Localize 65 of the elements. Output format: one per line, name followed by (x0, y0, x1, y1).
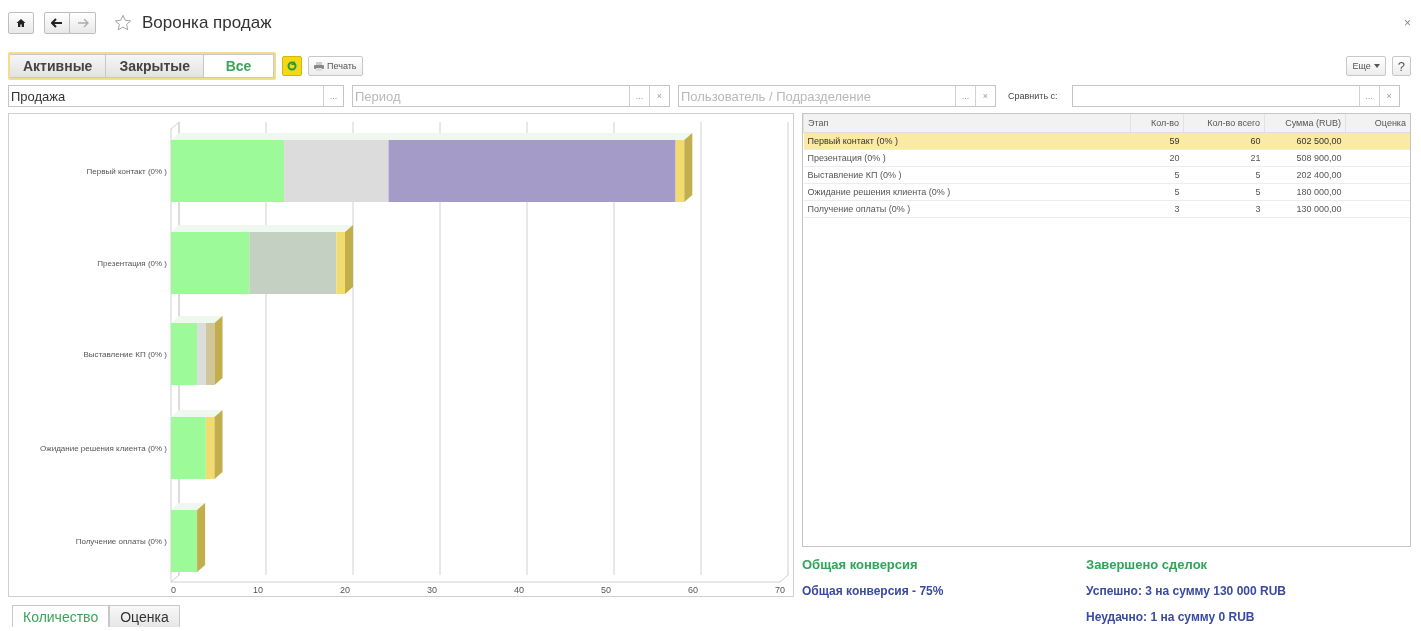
table-cell: 5 (1183, 183, 1265, 201)
refresh-button[interactable] (282, 56, 303, 76)
filter-tab[interactable]: Закрытые (106, 54, 205, 78)
back-arrow-icon (51, 18, 63, 28)
axis-tick-label: 20 (340, 585, 350, 595)
table-cell: 202 400,00 (1264, 166, 1346, 184)
summary-heading: Общая конверсия (802, 557, 919, 572)
axis-tick-label: 30 (427, 585, 437, 595)
printer-icon (314, 61, 325, 71)
axis-tick-label: 70 (775, 585, 785, 595)
category-label: Выставление КП (0% ) (83, 350, 167, 359)
summary-line: Неудачно: 1 на сумму 0 RUB (1086, 610, 1256, 624)
table-cell: Получение оплаты (0% ) (803, 200, 1131, 218)
bar-segment (205, 323, 215, 385)
caret-icon (1373, 64, 1380, 68)
axis-tick-label: 10 (253, 585, 263, 595)
axis-tick-label: 60 (688, 585, 698, 595)
table-cell: 21 (1183, 149, 1265, 167)
category-label: Ожидание решения клиента (0% ) (40, 444, 167, 453)
filter-tab[interactable]: Активные (10, 54, 107, 78)
table-cell: 3 (1183, 200, 1265, 218)
summary-line: Успешно: 3 на сумму 130 000 RUB (1086, 584, 1287, 598)
home-icon (16, 18, 26, 28)
axis-tick-label: 40 (514, 585, 524, 595)
category-label: Презентация (0% ) (97, 259, 167, 268)
close-button[interactable]: × (1404, 16, 1411, 30)
table-cell: 180 000,00 (1264, 183, 1346, 201)
compare-label: Сравнить с: (1008, 91, 1058, 101)
table-cell: 3 (1130, 200, 1184, 218)
table-cell: 130 000,00 (1264, 200, 1346, 218)
table-cell: Выставление КП (0% ) (803, 166, 1131, 184)
table-cell: Первый контакт (0% ) (803, 132, 1131, 150)
more-button[interactable]: Еще (1346, 56, 1386, 76)
table-cell: 20 (1130, 149, 1184, 167)
table-cell: 508 900,00 (1264, 149, 1346, 167)
column-header[interactable]: Кол-во (1130, 114, 1184, 133)
refresh-icon (286, 60, 299, 72)
summary-heading: Завершено сделок (1086, 557, 1209, 572)
table-cell: 5 (1183, 166, 1265, 184)
category-label: Первый контакт (0% ) (86, 167, 167, 176)
back-button[interactable] (44, 12, 70, 34)
table-cell: Ожидание решения клиента (0% ) (803, 183, 1131, 201)
column-header[interactable]: Кол-во всего (1183, 114, 1265, 133)
print-button[interactable]: Печать (308, 56, 363, 76)
help-button[interactable]: ? (1391, 56, 1411, 76)
table-cell: 602 500,00 (1264, 132, 1346, 150)
bar-segment (171, 510, 198, 572)
table-cell: 5 (1130, 183, 1184, 201)
summary-line: Общая конверсия - 75% (802, 584, 945, 598)
axis-tick-label: 0 (171, 585, 176, 595)
home-button[interactable] (8, 12, 34, 34)
star-icon[interactable] (114, 14, 132, 32)
category-label: Получение оплаты (0% ) (75, 537, 167, 546)
axis-tick-label: 50 (601, 585, 611, 595)
chart-tab[interactable]: Оценка (109, 605, 180, 627)
deal-type-field[interactable]: Продажа ... (8, 85, 344, 107)
table-cell: Презентация (0% ) (803, 149, 1131, 167)
table-cell: 59 (1130, 132, 1184, 150)
forward-arrow-icon (76, 18, 89, 28)
column-header[interactable]: Оценка (1345, 114, 1410, 133)
table-cell: 60 (1183, 132, 1265, 150)
column-header[interactable]: Этап (803, 114, 1131, 133)
table-cell: 5 (1130, 166, 1184, 184)
column-header[interactable]: Сумма (RUB) (1264, 114, 1346, 133)
window-title: Воронка продаж (142, 13, 273, 33)
